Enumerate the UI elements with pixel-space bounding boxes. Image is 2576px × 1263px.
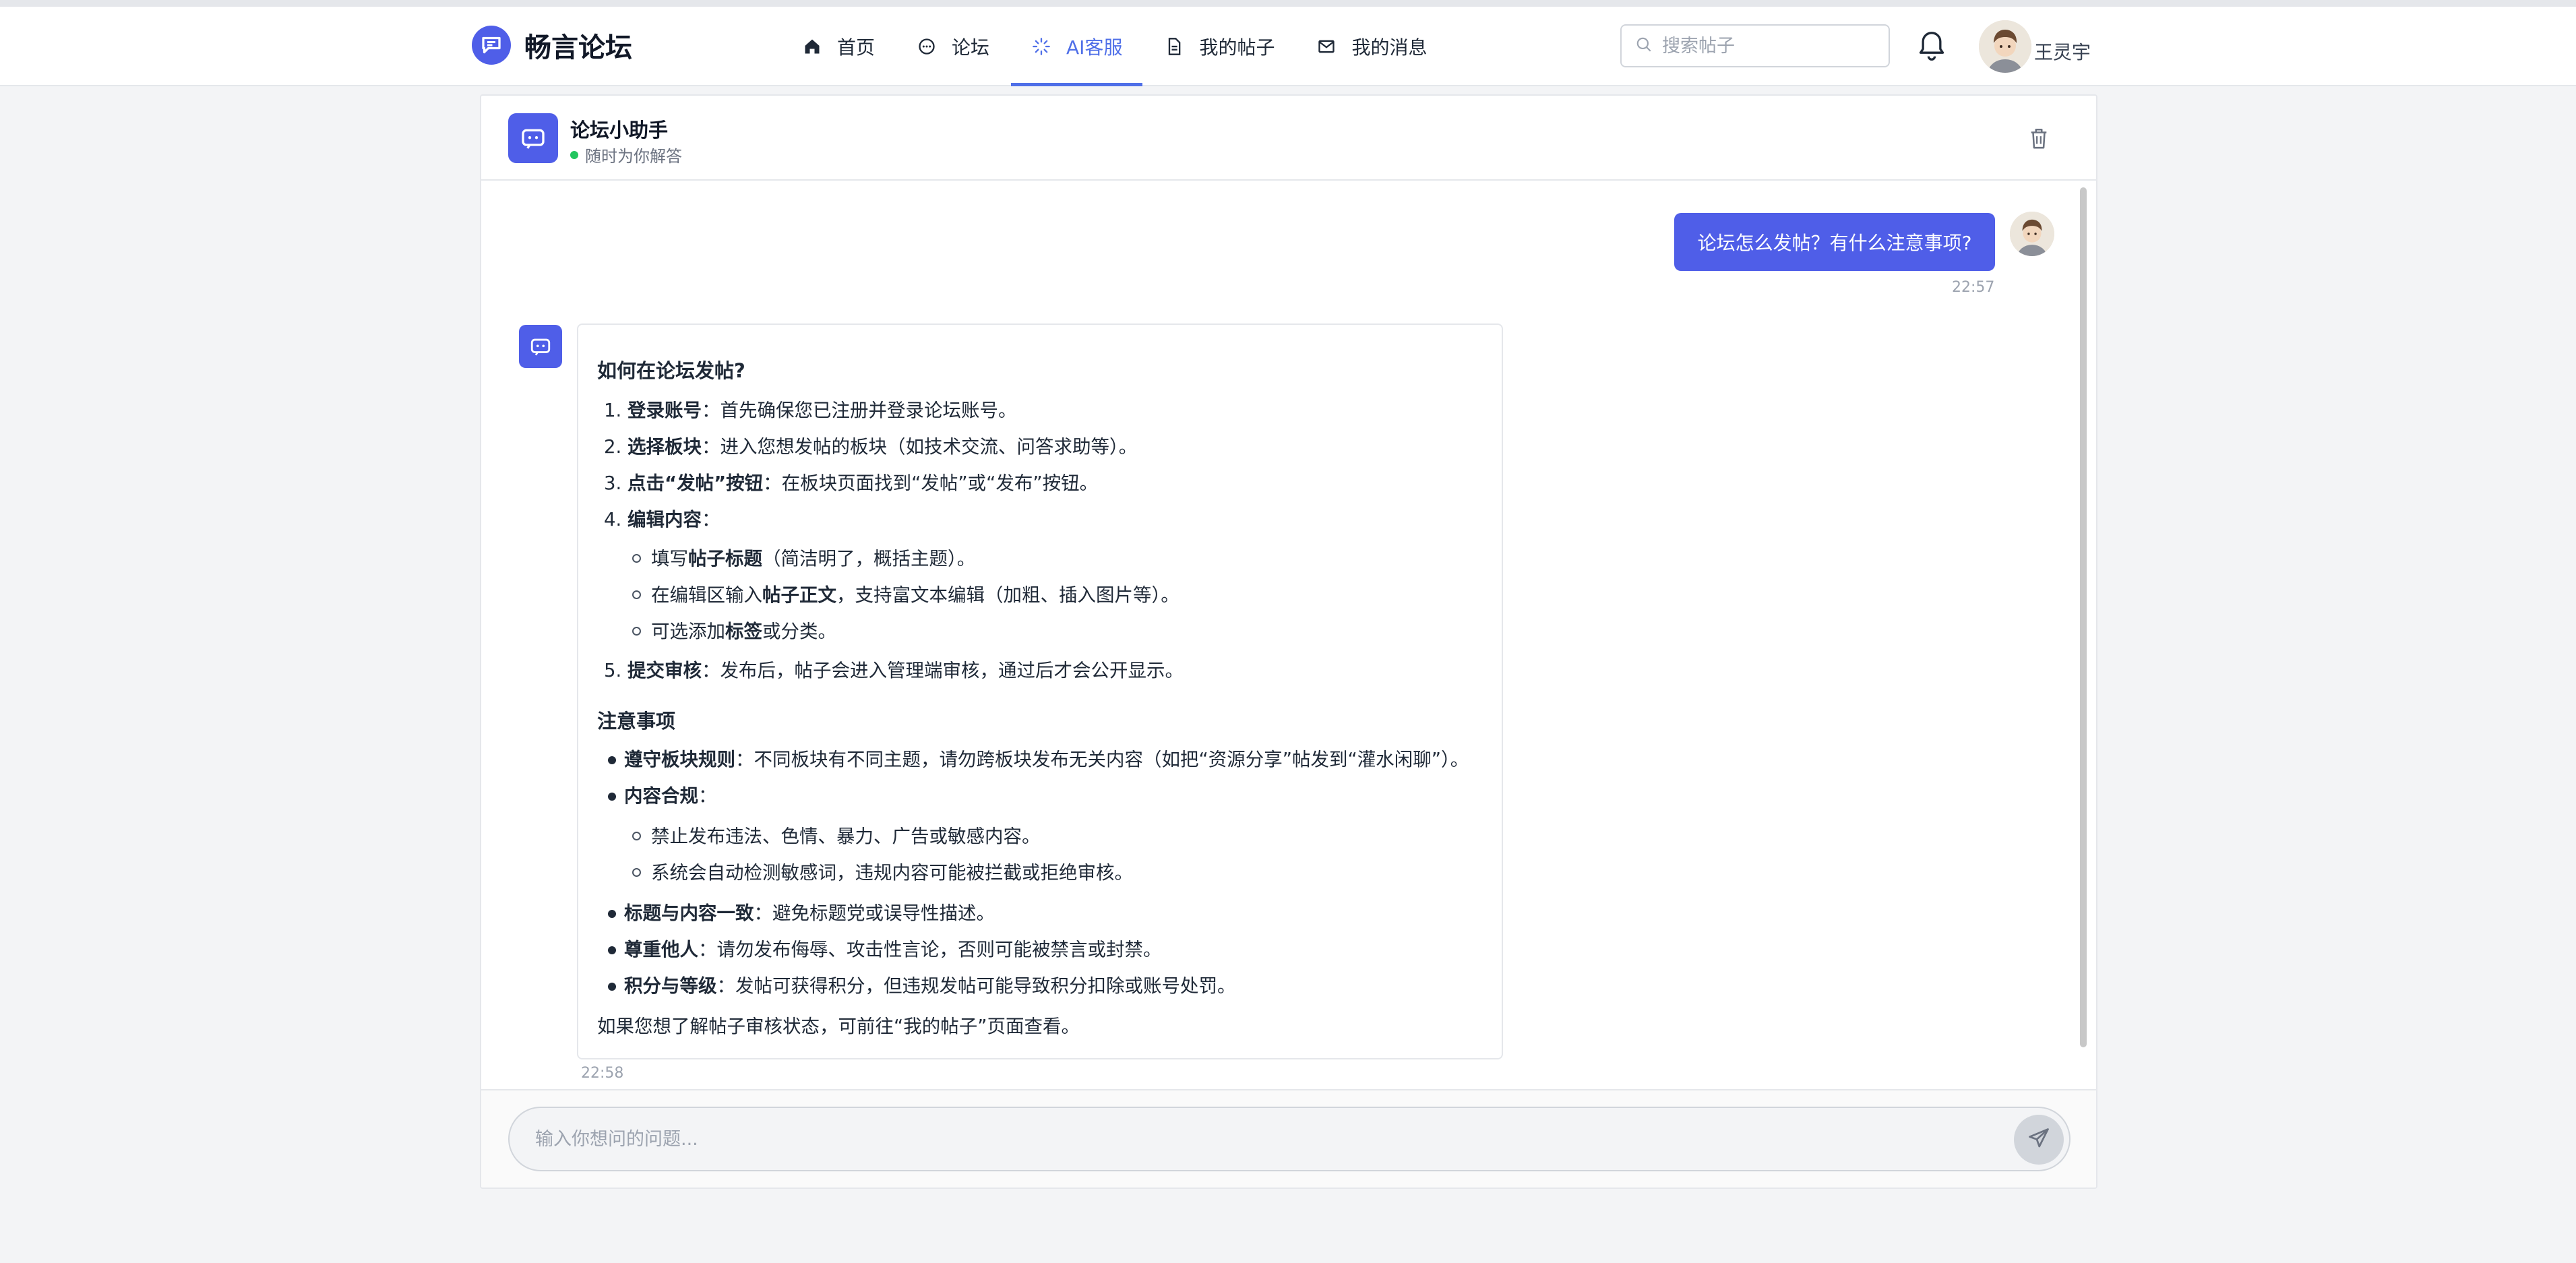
composer: [481, 1089, 2096, 1188]
reply-footer: 如果您想了解帖子审核状态，可前往“我的帖子”页面查看。: [597, 1016, 1080, 1037]
bot-status: 随时为你解答: [570, 143, 682, 166]
sub-bullet: [632, 868, 641, 877]
user-message-avatar: [2010, 212, 2054, 256]
list-item: 尊重他人：请勿发布侮辱、攻击性言论，否则可能被禁言或封禁。: [624, 939, 1162, 960]
nav-my-posts[interactable]: 我的帖子: [1144, 7, 1295, 86]
mail-icon: [1316, 36, 1337, 57]
list-item: 遵守板块规则：不同板块有不同主题，请勿跨板块发布无关内容（如把“资源分享”帖发到…: [624, 749, 1469, 770]
list-item: 内容合规：: [624, 785, 717, 807]
nav-forum[interactable]: 论坛: [896, 7, 1010, 86]
nav-ai-label: AI客服: [1066, 36, 1123, 59]
bullet: [608, 910, 616, 918]
nav-ai-service[interactable]: AI客服: [1011, 7, 1143, 86]
list-item: 2. 选择板块：进入您想发帖的板块（如技术交流、问答求助等）。: [604, 436, 1138, 458]
message-list[interactable]: 论坛怎么发帖？有什么注意事项? 22:57 如何在论坛发帖? 1. 登录账号：首…: [481, 182, 2096, 1089]
nav-my-messages-label: 我的消息: [1351, 36, 1428, 59]
list-item: 积分与等级：发帖可获得积分，但违规发帖可能导致积分扣除或账号处罚。: [624, 975, 1236, 997]
avatar[interactable]: [1979, 20, 2031, 73]
search-input[interactable]: [1662, 35, 1878, 57]
nav-my-posts-label: 我的帖子: [1199, 36, 1275, 59]
send-icon: [2027, 1126, 2051, 1153]
nav-home[interactable]: 首页: [782, 7, 895, 86]
bot-name: 论坛小助手: [570, 119, 669, 142]
user-message-bubble: 论坛怎么发帖？有什么注意事项?: [1674, 213, 1995, 271]
bell-icon[interactable]: [1917, 30, 1946, 63]
brand-name: 畅言论坛: [524, 32, 632, 63]
bullet: [608, 793, 616, 801]
user-message-time: 22:57: [1952, 279, 1995, 296]
brand-logo[interactable]: 畅言论坛: [472, 26, 632, 65]
bot-avatar-icon: [508, 113, 558, 163]
sparkle-icon: [1031, 36, 1051, 57]
online-dot: [570, 150, 578, 159]
chat-panel: 论坛小助手 随时为你解答 论坛怎么发帖？有什么注意事项? 22:57 如何在论坛…: [480, 94, 2097, 1189]
bot-message-time: 22:58: [581, 1065, 624, 1082]
search-icon: [1635, 36, 1653, 56]
list-item: 在编辑区输入帖子正文，支持富文本编辑（加粗、插入图片等）。: [651, 584, 1179, 606]
chat-header: 论坛小助手 随时为你解答: [481, 96, 2096, 181]
list-item: 1. 登录账号：首先确保您已注册并登录论坛账号。: [604, 400, 1017, 421]
reply-heading-howto: 如何在论坛发帖?: [597, 359, 745, 382]
bot-message-avatar-icon: [519, 325, 562, 368]
list-item: 标题与内容一致：避免标题党或误导性描述。: [624, 902, 995, 924]
document-icon: [1164, 36, 1184, 57]
user-name[interactable]: 王灵宇: [2034, 38, 2091, 65]
search-box[interactable]: [1620, 24, 1890, 67]
bot-status-text: 随时为你解答: [585, 147, 682, 166]
list-item: 填写帖子标题（简洁明了，概括主题）。: [651, 548, 976, 569]
bot-message-bubble: 如何在论坛发帖? 1. 登录账号：首先确保您已注册并登录论坛账号。 2. 选择板…: [577, 324, 1503, 1059]
main-nav: 首页 论坛 AI客服 我的帖子 我的消息: [782, 7, 1448, 86]
sub-bullet: [632, 832, 641, 840]
sub-bullet: [632, 554, 641, 563]
reply-heading-notes: 注意事项: [597, 710, 676, 733]
list-item: 禁止发布违法、色情、暴力、广告或敏感内容。: [651, 826, 1041, 847]
trash-icon[interactable]: [2027, 125, 2050, 151]
bullet: [608, 756, 616, 764]
bullet: [608, 946, 616, 954]
message-input-box[interactable]: [508, 1107, 2071, 1171]
send-button[interactable]: [2014, 1115, 2064, 1165]
sub-bullet: [632, 590, 641, 599]
list-item: 4. 编辑内容：: [604, 509, 720, 530]
nav-my-messages[interactable]: 我的消息: [1296, 7, 1447, 86]
message-input[interactable]: [535, 1128, 1984, 1150]
logo-chat-icon: [472, 26, 511, 65]
window-top-strip: [0, 0, 2576, 7]
top-navbar: 畅言论坛 首页 论坛 AI客服 我的帖子 我的消息 王灵宇: [0, 7, 2576, 86]
bullet: [608, 983, 616, 991]
sub-bullet: [632, 627, 641, 636]
list-item: 可选添加标签或分类。: [651, 621, 836, 642]
home-icon: [802, 36, 822, 57]
scrollbar[interactable]: [2080, 187, 2087, 1047]
nav-forum-label: 论坛: [952, 36, 990, 59]
chat-icon: [917, 36, 937, 57]
list-item: 3. 点击“发帖”按钮：在板块页面找到“发帖”或“发布”按钮。: [604, 472, 1099, 494]
list-item: 系统会自动检测敏感词，违规内容可能被拦截或拒绝审核。: [651, 862, 1133, 884]
list-item: 5. 提交审核：发布后，帖子会进入管理端审核，通过后才会公开显示。: [604, 660, 1184, 681]
nav-home-label: 首页: [837, 36, 876, 59]
